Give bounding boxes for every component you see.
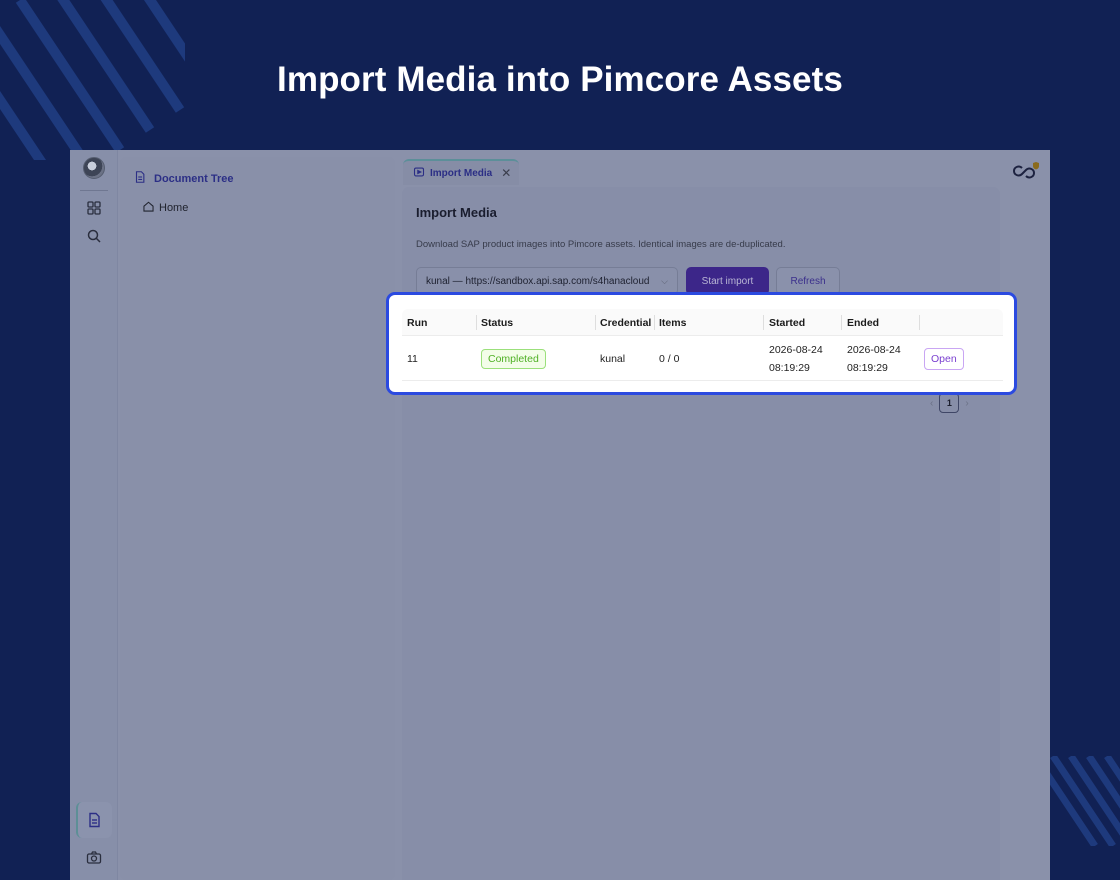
started-time: 08:19:29 bbox=[769, 361, 810, 374]
pagination: ‹ 1 › bbox=[930, 393, 969, 413]
grid-icon[interactable] bbox=[84, 198, 104, 218]
status-badge: Completed bbox=[481, 348, 546, 369]
credential-select[interactable]: kunal — https://sandbox.api.sap.com/s4ha… bbox=[416, 267, 678, 295]
cell-started: 2026-08-24 08:19:29 bbox=[769, 336, 823, 381]
column-header-items[interactable]: Items bbox=[659, 309, 764, 336]
chevron-down-icon: ⌵ bbox=[661, 275, 668, 286]
document-icon bbox=[133, 170, 147, 187]
panel-title: Import Media bbox=[416, 205, 497, 220]
rail-divider bbox=[80, 190, 108, 191]
tree-item-home[interactable]: Home bbox=[142, 200, 188, 216]
document-tree-title: Document Tree bbox=[154, 172, 234, 185]
document-tree-header[interactable]: Document Tree bbox=[133, 170, 233, 187]
import-media-panel: Import Media Download SAP product images… bbox=[402, 187, 1000, 880]
cell-credential: kunal bbox=[600, 352, 626, 365]
refresh-button[interactable]: Refresh bbox=[776, 267, 840, 295]
app-window: Document Tree Home Import Media ✕ Import… bbox=[70, 150, 1050, 880]
table-row: 11 Completed kunal 0 / 0 2026-08-24 08:1… bbox=[402, 336, 1003, 381]
cell-ended: 2026-08-24 08:19:29 bbox=[847, 336, 901, 381]
document-tree-panel: Document Tree Home bbox=[120, 157, 395, 880]
avatar[interactable] bbox=[83, 157, 105, 179]
chevron-left-icon[interactable]: ‹ bbox=[930, 398, 933, 409]
tree-item-label: Home bbox=[159, 202, 189, 214]
started-date: 2026-08-24 bbox=[769, 343, 823, 356]
column-header-credential[interactable]: Credential bbox=[600, 309, 655, 336]
pimcore-logo bbox=[1012, 160, 1040, 182]
icon-rail bbox=[70, 150, 118, 880]
column-header-status[interactable]: Status bbox=[481, 309, 596, 336]
play-icon bbox=[413, 166, 425, 181]
page-headline: Import Media into Pimcore Assets bbox=[277, 60, 843, 99]
search-icon[interactable] bbox=[84, 226, 104, 246]
close-icon[interactable]: ✕ bbox=[501, 166, 511, 180]
document-icon[interactable] bbox=[84, 810, 104, 830]
start-import-button[interactable]: Start import bbox=[686, 267, 769, 295]
decorative-stripes bbox=[1045, 756, 1120, 846]
cell-action: Open bbox=[924, 336, 964, 381]
open-button[interactable]: Open bbox=[924, 347, 964, 370]
page-number[interactable]: 1 bbox=[939, 393, 960, 413]
ended-time: 08:19:29 bbox=[847, 361, 888, 374]
cell-items: 0 / 0 bbox=[659, 352, 680, 365]
column-header-ended[interactable]: Ended bbox=[847, 309, 920, 336]
column-header-started[interactable]: Started bbox=[769, 309, 842, 336]
chevron-right-icon[interactable]: › bbox=[965, 398, 968, 409]
column-header-run[interactable]: Run bbox=[407, 309, 477, 336]
table-header: Run Status Credential Items Started Ende… bbox=[402, 309, 1003, 336]
credential-select-value: kunal — https://sandbox.api.sap.com/s4ha… bbox=[426, 275, 650, 287]
camera-icon[interactable] bbox=[84, 848, 104, 868]
ended-date: 2026-08-24 bbox=[847, 343, 901, 356]
home-icon bbox=[142, 200, 155, 216]
tab-label: Import Media bbox=[430, 167, 493, 179]
panel-description: Download SAP product images into Pimcore… bbox=[416, 239, 786, 250]
cell-status: Completed bbox=[481, 336, 546, 381]
cell-run: 11 bbox=[407, 352, 418, 365]
tab-import-media[interactable]: Import Media ✕ bbox=[403, 159, 520, 185]
tab-strip: Import Media ✕ bbox=[403, 159, 520, 185]
import-runs-table: Run Status Credential Items Started Ende… bbox=[386, 292, 1017, 395]
